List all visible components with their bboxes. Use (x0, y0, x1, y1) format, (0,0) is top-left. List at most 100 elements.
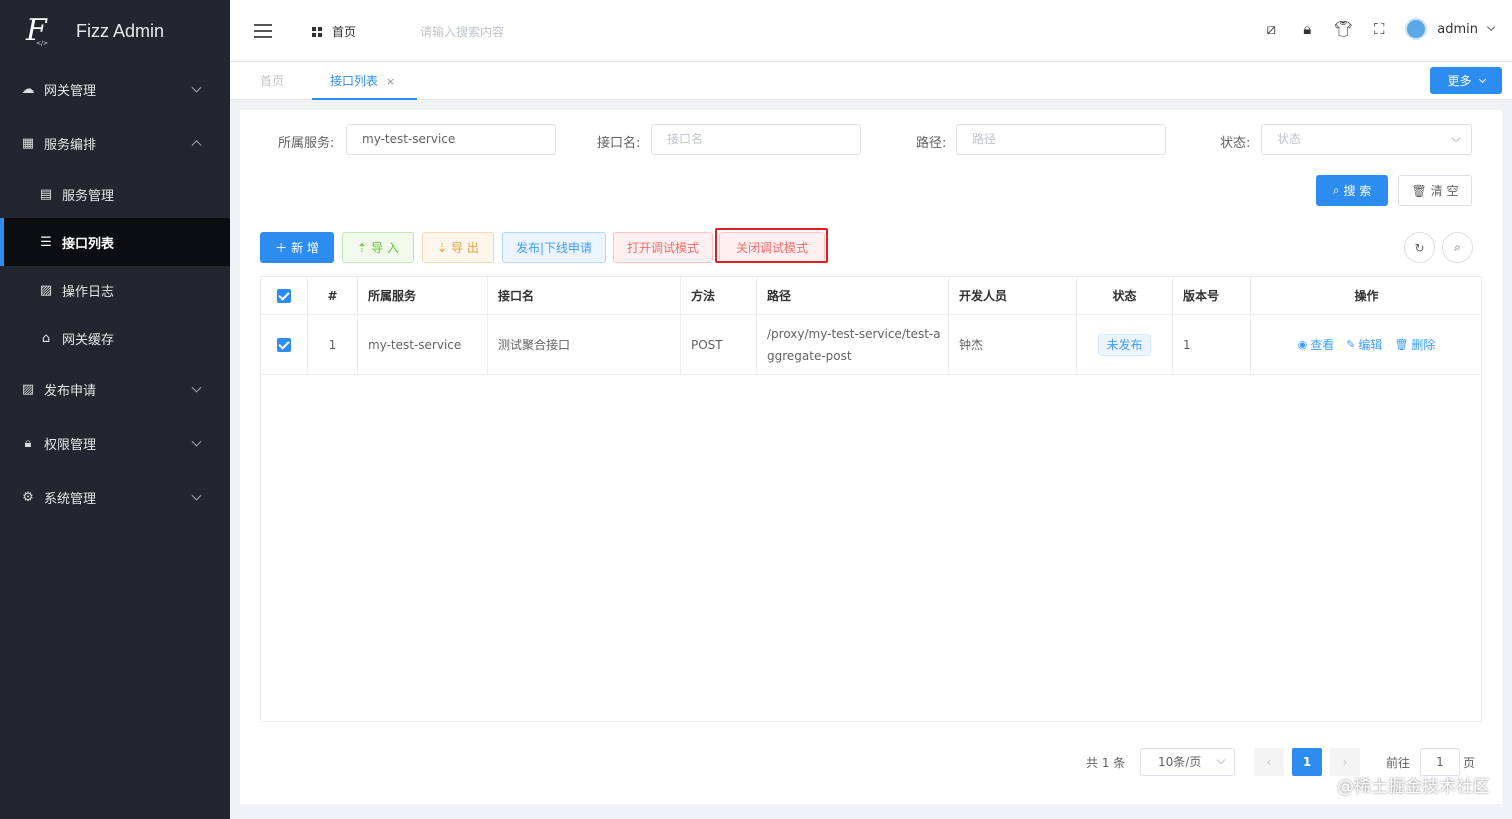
more-button-label: 更多 (1447, 74, 1472, 88)
chevron-down-icon (1478, 75, 1486, 83)
api-name-filter-input[interactable]: 接口名 (651, 124, 861, 155)
sidebar: F </> Fizz Admin ☁ 网关管理 ▦ 服务编排 ▤ 服务管理 ☰ 接… (0, 0, 230, 819)
global-search-input[interactable]: 请输入搜索内容 (420, 23, 504, 40)
col-method: 方法 (681, 277, 757, 314)
lock-icon[interactable]: 🔒︎ (1297, 19, 1317, 39)
clear-button-label: 清 空 (1430, 184, 1459, 198)
select-all-checkbox[interactable] (261, 277, 308, 314)
search-icon: ⌕ (1332, 183, 1340, 197)
row-checkbox[interactable] (261, 315, 308, 374)
watermark: @稀土掘金技术社区 (1337, 777, 1490, 797)
refresh-icon[interactable]: ↻ (1404, 232, 1435, 263)
search-toggle-icon[interactable]: ⌕ (1442, 232, 1473, 263)
user-name[interactable]: admin (1437, 22, 1478, 37)
chevron-right-icon: › (1342, 755, 1348, 769)
edit-label: 编辑 (1358, 338, 1383, 352)
row-path: /proxy/my-test-service/test-aggregate-po… (757, 315, 949, 374)
log-icon: ▨ (39, 282, 53, 298)
breadcrumb-home: 首页 (332, 25, 357, 39)
sidebar-item-system[interactable]: ⚙ 系统管理 (0, 470, 230, 524)
status-select-placeholder: 状态 (1277, 132, 1302, 146)
sidebar-item-gateway[interactable]: ☁ 网关管理 (0, 62, 230, 116)
delete-label: 删除 (1411, 338, 1436, 352)
trash-icon: 🗑︎ (1411, 183, 1427, 198)
path-filter-input[interactable]: 路径 (956, 124, 1166, 155)
service-filter-input[interactable]: my-test-service (346, 124, 556, 155)
publish-request-button[interactable]: 发布|下线申请 (502, 232, 606, 263)
tab-label: 接口列表 (330, 74, 379, 88)
row-version: 1 (1173, 315, 1251, 374)
logo-icon: F </> (26, 13, 49, 48)
delete-button[interactable]: 🗑︎ 删除 (1394, 336, 1435, 353)
chevron-left-icon: ‹ (1266, 755, 1272, 769)
sidebar-item-gateway-cache[interactable]: ⌂ 网关缓存 (0, 314, 230, 362)
col-actions: 操作 (1354, 289, 1379, 303)
col-path: 路径 (757, 277, 949, 314)
row-method: POST (681, 315, 757, 374)
view-label: 查看 (1310, 338, 1335, 352)
prev-page-button[interactable]: ‹ (1254, 748, 1284, 776)
page-size-value: 10条/页 (1158, 755, 1202, 769)
api-table: # 所属服务 接口名 方法 路径 开发人员 状态 版本号 操作 1 my-tes… (260, 276, 1482, 722)
trash-icon: 🗑︎ (1394, 338, 1409, 351)
more-button[interactable]: 更多 (1430, 67, 1502, 94)
status-filter-select[interactable]: 状态 (1261, 124, 1472, 155)
checkbox-checked-icon[interactable] (277, 288, 291, 303)
plus-icon: ＋ (275, 241, 288, 255)
page-number[interactable]: 1 (1292, 748, 1322, 776)
upload-icon: ⇡ (357, 240, 368, 255)
sidebar-item-service-manage[interactable]: ▤ 服务管理 (0, 170, 230, 218)
sidebar-item-publish[interactable]: ▨ 发布申请 (0, 362, 230, 416)
row-developer: 钟杰 (949, 315, 1077, 374)
app-title: Fizz Admin (76, 20, 165, 41)
goto-label: 前往 (1386, 756, 1411, 770)
col-service: 所属服务 (358, 277, 488, 314)
sidebar-item-orchestration[interactable]: ▦ 服务编排 (0, 116, 230, 170)
export-button[interactable]: ⇣ 导 出 (422, 232, 494, 263)
lock-icon: 🔒︎ (24, 435, 32, 451)
close-icon[interactable]: × (386, 75, 395, 88)
add-button-label: 新 增 (291, 241, 319, 255)
chevron-up-icon (191, 140, 202, 151)
view-button[interactable]: ◉ 查看 (1298, 336, 1335, 353)
sidebar-item-permission[interactable]: 🔒︎ 权限管理 (0, 416, 230, 470)
add-button[interactable]: ＋新 增 (260, 232, 334, 263)
sidebar-item-operation-log[interactable]: ▨ 操作日志 (0, 266, 230, 314)
sidebar-item-label: 接口列表 (62, 236, 115, 252)
import-button[interactable]: ⇡ 导 入 (342, 232, 414, 263)
clear-button[interactable]: 🗑︎ 清 空 (1398, 175, 1472, 206)
avatar[interactable] (1405, 18, 1428, 40)
fullscreen-icon[interactable]: ⛶ (1369, 19, 1389, 39)
logo: F </> Fizz Admin (0, 0, 230, 62)
status-filter-label: 状态: (1220, 136, 1251, 151)
table-row: 1 my-test-service 测试聚合接口 POST /proxy/my-… (261, 315, 1481, 375)
enable-debug-button[interactable]: 打开调试模式 (613, 232, 713, 263)
row-status: 未发布 (1077, 315, 1173, 374)
sidebar-item-label: 权限管理 (44, 437, 97, 453)
page-size-select[interactable]: 10条/页 (1140, 748, 1235, 776)
chevron-down-icon (1216, 755, 1226, 765)
header-actions: ⧄ 🔒︎ 👕︎ ⛶ admin (1245, 18, 1496, 40)
sidebar-item-label: 系统管理 (44, 491, 97, 507)
checkbox-checked-icon[interactable] (277, 337, 291, 352)
chevron-down-icon (191, 436, 202, 447)
search-button[interactable]: ⌕ 搜 索 (1316, 175, 1388, 206)
edit-button[interactable]: ✎ 编辑 (1346, 336, 1382, 353)
publish-icon: ▨ (21, 381, 35, 397)
export-button-label: 导 出 (451, 241, 479, 255)
menu-toggle-icon[interactable] (254, 24, 272, 38)
chevron-down-icon[interactable] (1486, 22, 1496, 32)
chevron-down-icon (191, 490, 202, 501)
screen-lock-icon[interactable]: ⧄ (1261, 19, 1281, 39)
search-button-label: 搜 索 (1343, 184, 1372, 198)
eye-icon: ◉ (1297, 338, 1308, 351)
grid-icon (312, 26, 322, 37)
tab-api-list[interactable]: 接口列表 × (312, 62, 417, 100)
col-api-name: 接口名 (488, 277, 681, 314)
status-badge: 未发布 (1098, 333, 1151, 356)
tab-home[interactable]: 首页 (260, 62, 284, 100)
sidebar-item-api-list[interactable]: ☰ 接口列表 (0, 218, 230, 266)
breadcrumb[interactable]: 首页 (312, 23, 356, 40)
service-filter-label: 所属服务: (278, 136, 335, 151)
theme-shirt-icon[interactable]: 👕︎ (1333, 19, 1353, 39)
